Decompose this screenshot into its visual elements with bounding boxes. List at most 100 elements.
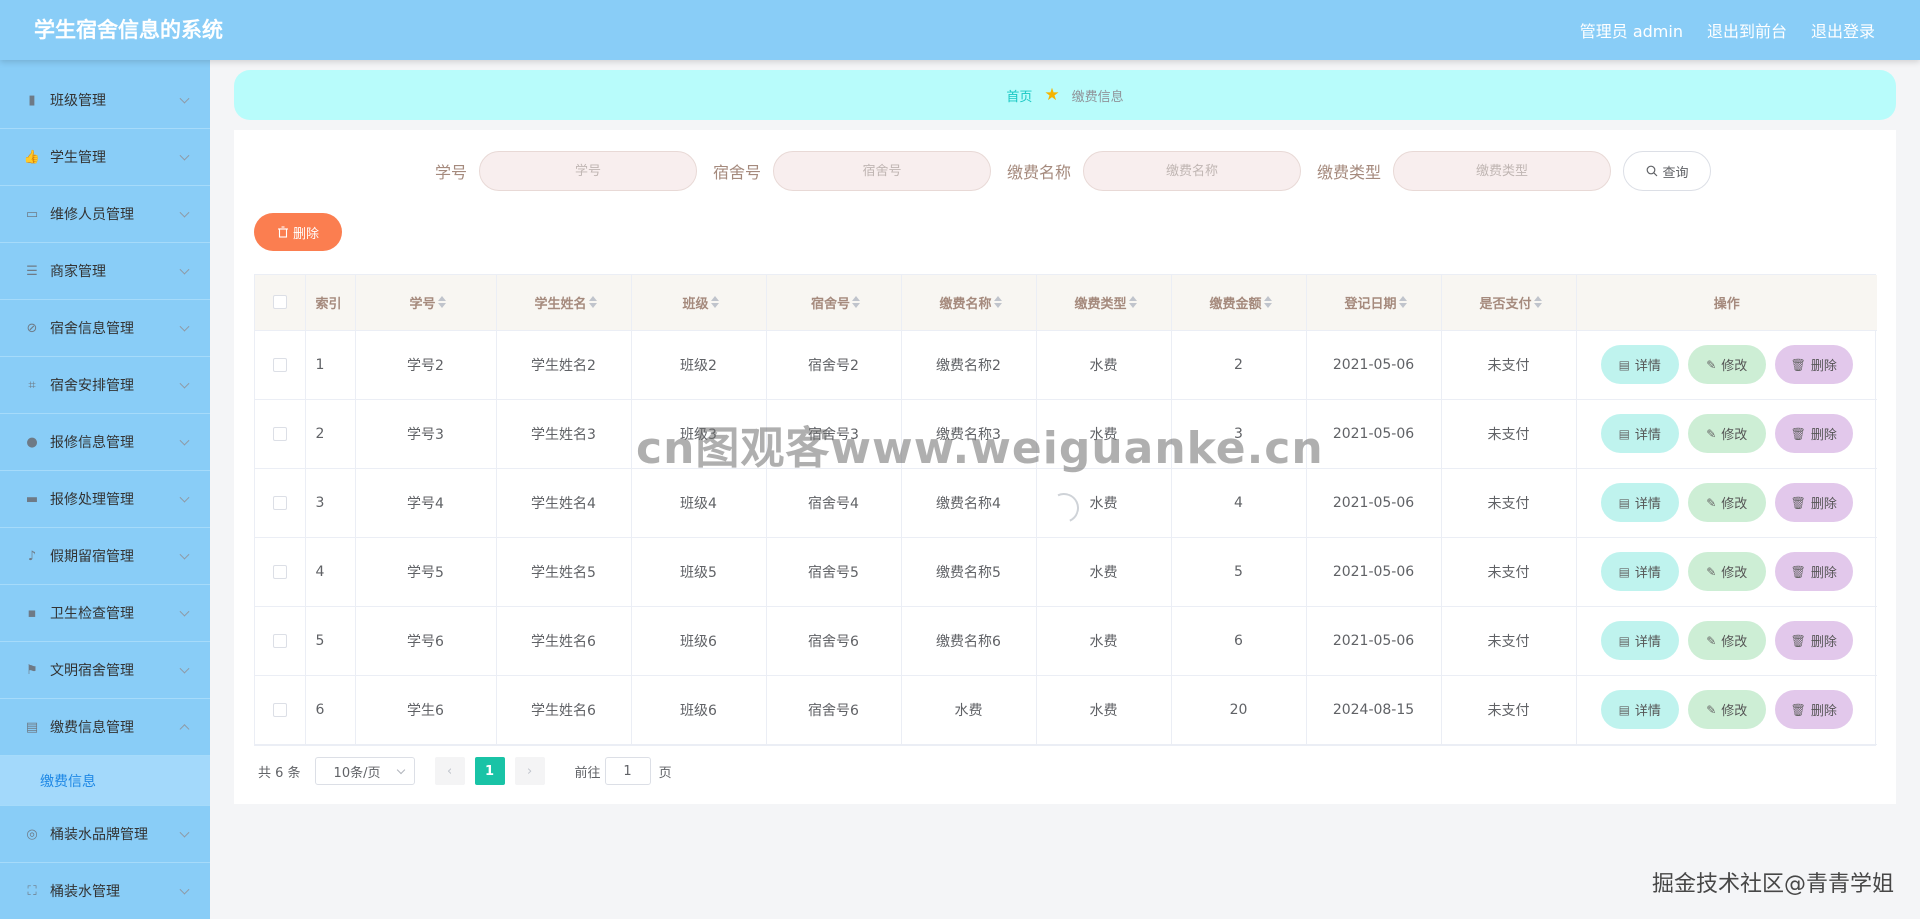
fee-name-input[interactable] (1083, 151, 1302, 191)
edit-button[interactable]: ✎ 修改 (1687, 690, 1766, 729)
sidebar-menu: ▮ 班级管理 👍 学生管理 ▭ 维修人员管理 ☰ 商家管理 ⊘ 宿舍信息管理 ⌗ 宿舍安排管理 ● 报修信… (0, 60, 210, 919)
edit-button-label: 修改 (1721, 428, 1748, 443)
detail-button-label: 详情 (1634, 428, 1661, 443)
table-cell: 学生姓名2 (496, 330, 632, 400)
query-button[interactable]: 查询 (1623, 151, 1712, 191)
column-header[interactable]: 缴费类型 (1036, 275, 1172, 331)
trash-icon: 🗑 (1790, 564, 1806, 579)
column-header[interactable]: 缴费名称 (901, 275, 1037, 331)
row-checkbox[interactable] (272, 495, 287, 510)
sidebar-item-6[interactable]: ● 报修信息管理 (0, 414, 210, 471)
row-checkbox[interactable] (272, 357, 287, 372)
logout-link[interactable]: 退出登录 (1811, 18, 1875, 42)
column-header[interactable]: 班级 (631, 275, 767, 331)
row-checkbox[interactable] (272, 633, 287, 648)
chevron-down-icon (179, 492, 190, 503)
edit-button[interactable]: ✎ 修改 (1687, 414, 1766, 453)
microphone-icon: ♪ (27, 548, 37, 564)
detail-button[interactable]: ▤ 详情 (1600, 552, 1679, 591)
detail-button[interactable]: ▤ 详情 (1600, 621, 1679, 660)
edit-button[interactable]: ✎ 修改 (1687, 621, 1766, 660)
table-cell: 2021-05-06 (1306, 330, 1442, 400)
sidebar-item-7[interactable]: ▬ 报修处理管理 (0, 471, 210, 528)
top-header: 学生宿舍信息的系统 管理员 admin 退出到前台 退出登录 (0, 0, 1920, 60)
fee-type-input[interactable] (1393, 151, 1612, 191)
table-cell: 未支付 (1441, 330, 1577, 400)
column-header[interactable]: 宿舍号 (766, 275, 902, 331)
sidebar-item-11[interactable]: ▤ 缴费信息管理 (0, 699, 210, 756)
row-checkbox[interactable] (272, 564, 287, 579)
sidebar-item-4[interactable]: ⊘ 宿舍信息管理 (0, 300, 210, 357)
sidebar-item-3[interactable]: ☰ 商家管理 (0, 243, 210, 300)
table-row: 2 学号3 学生姓名3 班级3 宿舍号3 缴费名称3 水费 3 2021-05-06 未支付 ▤ 详情… (255, 399, 1877, 469)
trash-icon: 🗑 (1790, 426, 1806, 441)
sidebar-item-label: 假期留宿管理 (50, 549, 134, 565)
sidebar-item-8[interactable]: ♪ 假期留宿管理 (0, 528, 210, 585)
chevron-down-icon (179, 93, 190, 104)
edit-button-label: 修改 (1721, 359, 1748, 374)
sidebar-item-10[interactable]: ⚑ 文明宿舍管理 (0, 642, 210, 699)
sidebar-item-9[interactable]: ▪ 卫生检查管理 (0, 585, 210, 642)
row-delete-button[interactable]: 🗑 删除 (1774, 690, 1853, 729)
table-cell: 水费 (1036, 330, 1172, 400)
dorm-no-input[interactable] (773, 151, 991, 191)
row-delete-button[interactable]: 🗑 删除 (1774, 483, 1853, 522)
credit-text: 掘金技术社区@青青学姐 (1651, 872, 1894, 897)
table-cell: 宿舍号6 (766, 606, 902, 676)
row-select-cell (255, 330, 306, 400)
table-cell: 宿舍号5 (766, 537, 902, 607)
column-header[interactable]: 学生姓名 (496, 275, 632, 331)
table-cell: 学号5 (355, 537, 497, 607)
column-header[interactable]: 登记日期 (1306, 275, 1442, 331)
sidebar-subitem-fee-info[interactable]: 缴费信息 (0, 756, 210, 806)
row-delete-button[interactable]: 🗑 删除 (1774, 621, 1853, 660)
goto-page-input[interactable] (604, 757, 651, 785)
table-cell: 班级5 (631, 537, 767, 607)
breadcrumb-home[interactable]: 首页 (1006, 86, 1032, 105)
column-header[interactable]: 是否支付 (1441, 275, 1577, 331)
student-id-input[interactable] (478, 151, 697, 191)
chat-icon: ▪ (27, 605, 37, 621)
edit-button-label: 修改 (1721, 497, 1748, 512)
row-delete-button[interactable]: 🗑 删除 (1774, 345, 1853, 384)
edit-button[interactable]: ✎ 修改 (1687, 552, 1766, 591)
row-delete-button[interactable]: 🗑 删除 (1774, 552, 1853, 591)
table-cell: 3 (305, 468, 356, 538)
table-cell: 班级6 (631, 606, 767, 676)
row-delete-button[interactable]: 🗑 删除 (1774, 414, 1853, 453)
sidebar-item-5[interactable]: ⌗ 宿舍安排管理 (0, 357, 210, 414)
sidebar-item-12[interactable]: ◎ 桶装水品牌管理 (0, 806, 210, 863)
table-cell: 宿舍号2 (766, 330, 902, 400)
edit-button[interactable]: ✎ 修改 (1687, 483, 1766, 522)
page-number-active[interactable]: 1 (474, 757, 505, 785)
detail-button[interactable]: ▤ 详情 (1600, 690, 1679, 729)
sidebar-item-1[interactable]: 👍 学生管理 (0, 129, 210, 186)
sidebar-item-0[interactable]: ▮ 班级管理 (0, 72, 210, 129)
edit-button[interactable]: ✎ 修改 (1687, 345, 1766, 384)
content-card: 学号 宿舍号 缴费名称 缴费类型 查询 删除 (234, 130, 1896, 804)
exit-to-frontend-link[interactable]: 退出到前台 (1707, 18, 1787, 42)
row-delete-button-label: 删除 (1810, 497, 1837, 512)
column-header[interactable]: 学号 (355, 275, 497, 331)
sidebar-item-label: 宿舍安排管理 (50, 378, 134, 394)
page-size-select[interactable]: 10条/页 (314, 757, 415, 785)
detail-button[interactable]: ▤ 详情 (1600, 414, 1679, 453)
detail-button[interactable]: ▤ 详情 (1600, 345, 1679, 384)
detail-button[interactable]: ▤ 详情 (1600, 483, 1679, 522)
row-checkbox[interactable] (272, 702, 287, 717)
crop-icon: ⌗ (28, 377, 36, 393)
table-cell: 1 (305, 330, 356, 400)
table-cell: 6 (305, 675, 356, 745)
sidebar-item-13[interactable]: ⛶ 桶装水管理 (0, 863, 210, 919)
table-header-row: 索引 学号 学生姓名 班级 宿舍号 缴费名称 缴费类型 缴费金额 登记日期 是否支付 操作 (255, 275, 1877, 331)
batch-delete-button[interactable]: 删除 (254, 213, 342, 251)
row-select-cell (255, 675, 306, 745)
row-actions-cell: ▤ 详情 ✎ 修改 🗑 删除 (1576, 675, 1877, 745)
prev-page-button[interactable]: ‹ (434, 757, 465, 785)
column-header-label: 登记日期 (1344, 296, 1397, 312)
sidebar-item-2[interactable]: ▭ 维修人员管理 (0, 186, 210, 243)
select-all-checkbox[interactable] (272, 295, 287, 310)
row-checkbox[interactable] (272, 426, 287, 441)
column-header[interactable]: 缴费金额 (1171, 275, 1307, 331)
next-page-button[interactable]: › (514, 757, 545, 785)
